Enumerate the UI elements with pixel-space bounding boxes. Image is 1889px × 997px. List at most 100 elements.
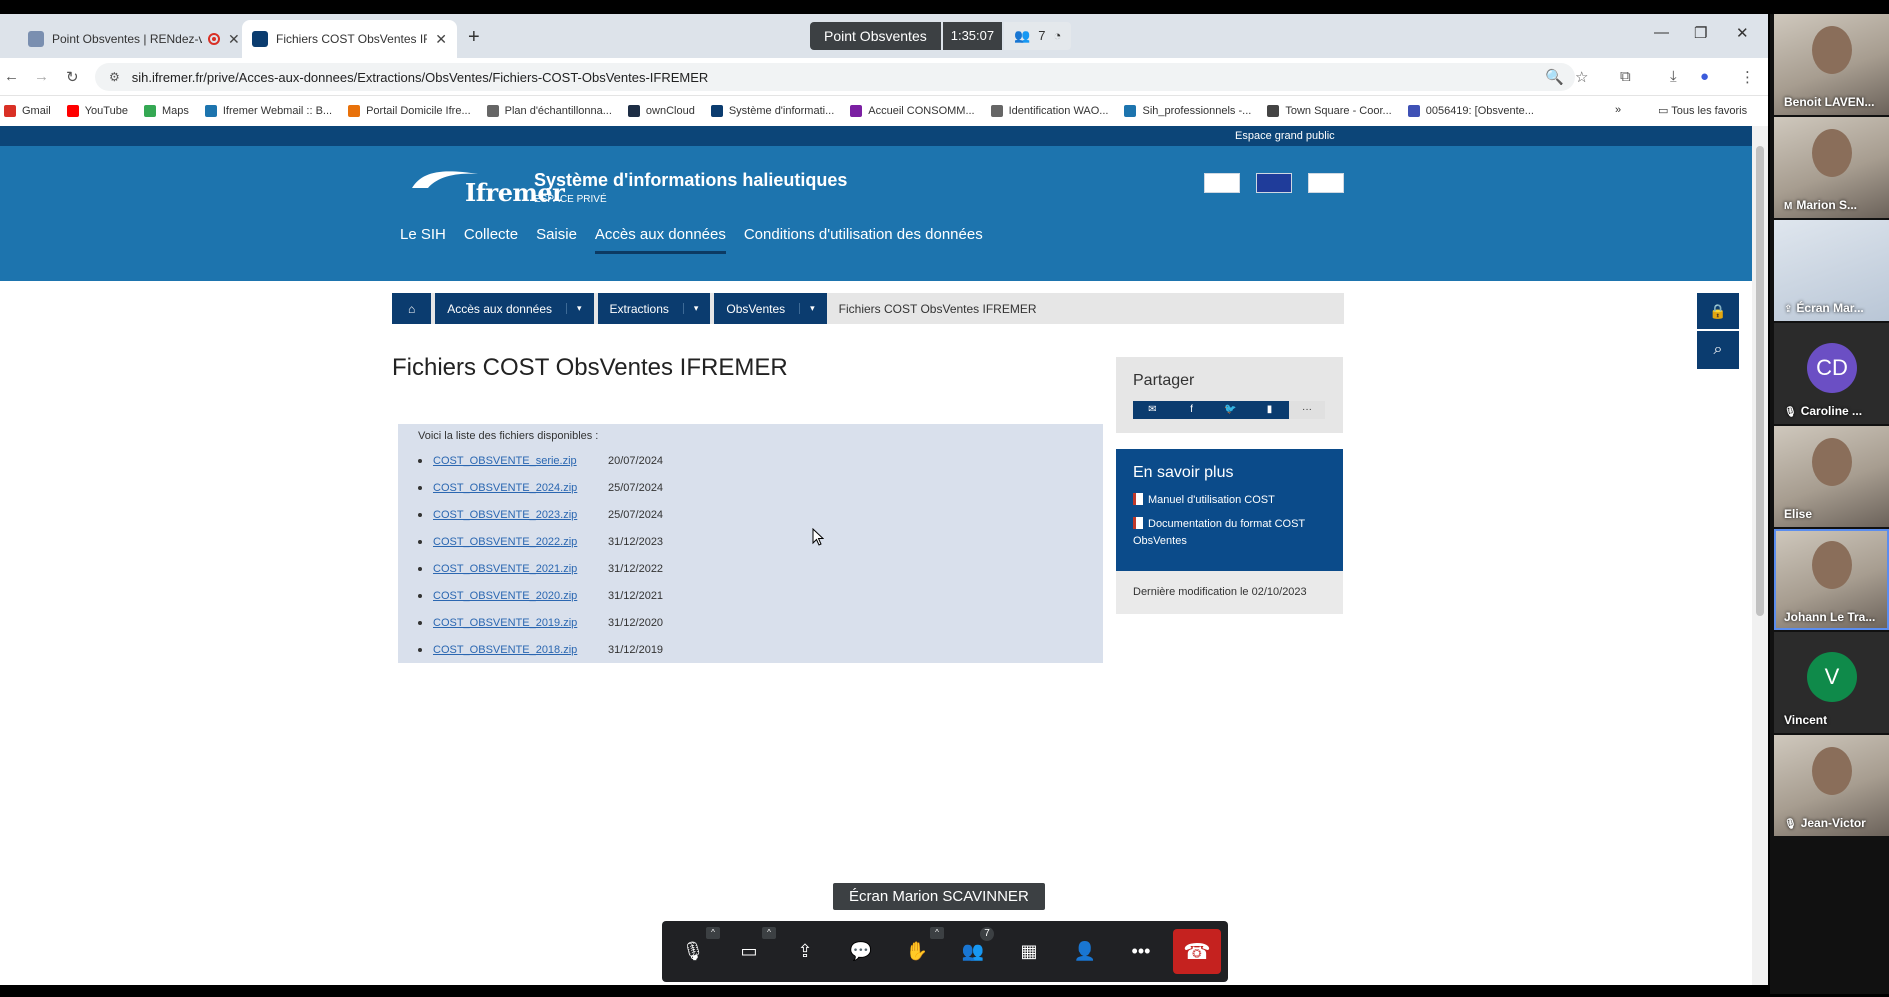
new-tab-button[interactable]: + (468, 26, 480, 49)
bookmark-label: 0056419: [Obsvente... (1425, 105, 1534, 117)
participant-tile[interactable]: M Marion S... (1774, 117, 1889, 218)
download-icon[interactable]: ⤓ (1670, 68, 1677, 85)
page-scrollbar[interactable] (1752, 126, 1768, 985)
hang-up-button[interactable]: ☎ (1173, 929, 1221, 974)
minimize-icon[interactable]: — (1654, 24, 1669, 41)
participant-tile[interactable]: Benoit LAVEN... (1774, 14, 1889, 115)
bookmark-label: Town Square - Coor... (1285, 105, 1392, 117)
meeting-participants[interactable]: 👥 7 ◔ (1004, 22, 1072, 50)
file-download-link[interactable]: COST_OBSVENTE_2019.zip (433, 617, 608, 629)
envelope-icon[interactable]: ✉ (1133, 401, 1172, 419)
address-bar[interactable]: ⚙ sih.ifremer.fr/prive/Acces-aux-donnees… (95, 63, 1575, 91)
bookmark-item[interactable]: Town Square - Coor... (1267, 105, 1392, 117)
lock-icon[interactable]: 🔒 (1697, 293, 1739, 329)
chat-icon[interactable]: 💬 (846, 936, 876, 966)
bookmark-item[interactable]: Ifremer Webmail :: B... (204, 105, 332, 117)
participant-tile[interactable]: Johann Le Tra... (1774, 529, 1889, 630)
camera-icon[interactable]: ▭ ^ (734, 927, 776, 966)
bookmark-item[interactable]: 0056419: [Obsvente... (1407, 105, 1534, 117)
participants-icon[interactable]: 👥 7 (958, 927, 994, 966)
extensions-icon[interactable]: ⧉ (1620, 68, 1631, 85)
more-bookmarks-button[interactable]: » (1615, 104, 1621, 116)
bookmark-item[interactable]: Plan d'échantillonna... (486, 105, 612, 117)
zoom-icon[interactable]: 🔍 (1545, 68, 1564, 86)
facebook-icon[interactable]: f (1172, 401, 1211, 419)
public-space-link[interactable]: Espace grand public (1235, 130, 1335, 142)
tab-point-obsventes[interactable]: Point Obsventes | RENdez-vous ✕ (18, 20, 250, 58)
breadcrumb-home[interactable]: ⌂ (392, 293, 432, 324)
bookmark-item[interactable]: Identification WAO... (990, 105, 1108, 117)
chevron-up-icon[interactable]: ^ (762, 927, 776, 939)
bookmark-item[interactable]: Maps (143, 105, 189, 117)
site-info-icon[interactable]: ⚙ (109, 70, 120, 84)
profile-icon[interactable]: ● (1700, 68, 1709, 85)
file-download-link[interactable]: COST_OBSVENTE_2021.zip (433, 563, 608, 575)
search-icon[interactable]: ⌕ (1697, 331, 1739, 369)
raise-hand-icon[interactable]: ✋ ^ (902, 927, 944, 966)
caret-down-icon[interactable]: ▾ (682, 303, 698, 314)
back-icon[interactable]: ← (4, 68, 19, 85)
participant-tile[interactable]: ⇪ Écran Mar... (1774, 220, 1889, 321)
menu-kebab-icon[interactable]: ⋮ (1740, 68, 1755, 86)
bookmark-favicon-icon (990, 105, 1003, 117)
file-download-link[interactable]: COST_OBSVENTE_2024.zip (433, 482, 608, 494)
bookmark-item[interactable]: YouTube (66, 105, 128, 117)
bookmark-item[interactable]: Gmail (4, 105, 51, 117)
scrollbar-thumb[interactable] (1756, 146, 1764, 616)
file-download-link[interactable]: COST_OBSVENTE_2020.zip (433, 590, 608, 602)
breadcrumb-obsventes[interactable]: ObsVentes ▾ (714, 293, 827, 324)
bookmark-favicon-icon (850, 105, 863, 117)
all-bookmarks-folder[interactable]: ▭ Tous les favoris (1658, 104, 1747, 117)
bookmark-item[interactable]: Portail Domicile Ifre... (348, 105, 471, 117)
file-download-link[interactable]: COST_OBSVENTE_2023.zip (433, 509, 608, 521)
file-download-link[interactable]: COST_OBSVENTE_2018.zip (433, 644, 608, 656)
more-icon[interactable]: ··· (1289, 401, 1325, 419)
ifremer-logo[interactable]: Ifremer (410, 166, 565, 207)
grid-view-icon[interactable]: ▦ (1014, 936, 1044, 966)
nav-saisie[interactable]: Saisie (536, 226, 577, 254)
meeting-indicator[interactable]: Point Obsventes 1:35:07 👥 7 ◔ (810, 22, 1072, 50)
close-tab-icon[interactable]: ✕ (228, 31, 240, 48)
twitter-icon[interactable]: 🐦 (1211, 401, 1250, 419)
chevron-up-icon[interactable]: ^ (706, 927, 720, 939)
breadcrumb-acces-aux-donnees[interactable]: Accès aux données ▾ (435, 293, 594, 324)
microphone-icon[interactable]: 🎙 ^ (678, 927, 720, 966)
close-window-icon[interactable]: ✕ (1736, 24, 1749, 42)
participant-tile[interactable]: CD 🎙 Caroline ... (1774, 323, 1889, 424)
bookmark-item[interactable]: Accueil CONSOMM... (850, 105, 975, 117)
bookmark-label: Sih_professionnels -... (1142, 105, 1252, 117)
tab-fichiers-cost[interactable]: Fichiers COST ObsVentes IFREMER ✕ (242, 20, 457, 58)
nav-conditions[interactable]: Conditions d'utilisation des données (744, 226, 983, 254)
restore-icon[interactable]: ❐ (1694, 24, 1707, 42)
bookmark-item[interactable]: ownCloud (627, 105, 695, 117)
bookmark-item[interactable]: Système d'informati... (710, 105, 834, 117)
nav-acces-aux-donnees[interactable]: Accès aux données (594, 226, 726, 254)
close-tab-icon[interactable]: ✕ (435, 31, 447, 48)
nav-le-sih[interactable]: Le SIH (400, 226, 446, 254)
bookmark-item[interactable]: Sih_professionnels -... (1124, 105, 1251, 117)
more-options-icon[interactable]: ••• (1126, 936, 1156, 966)
bookmark-icon[interactable]: ▮ (1250, 401, 1289, 419)
participant-tile[interactable]: 🎙 Jean-Victor (1774, 735, 1889, 836)
file-row: COST_OBSVENTE_2018.zip 31/12/2019 (418, 642, 663, 658)
participant-tile[interactable]: Elise (1774, 426, 1889, 527)
share-screen-icon[interactable]: ⇪ (790, 936, 820, 966)
nav-collecte[interactable]: Collecte (464, 226, 518, 254)
caret-down-icon[interactable]: ▾ (566, 303, 582, 314)
site-subtitle: ESPACE PRIVÉ (534, 194, 607, 205)
file-download-link[interactable]: COST_OBSVENTE_2022.zip (433, 536, 608, 548)
caret-down-icon[interactable]: ▾ (799, 303, 815, 314)
documentation-link[interactable]: Documentation du format COST ObsVentes (1133, 516, 1333, 550)
home-icon: ⌂ (408, 301, 416, 316)
breadcrumb-extractions[interactable]: Extractions ▾ (597, 293, 711, 324)
forward-icon[interactable]: → (34, 68, 49, 85)
manual-link[interactable]: Manuel d'utilisation COST (1133, 492, 1333, 509)
file-download-link[interactable]: COST_OBSVENTE_serie.zip (433, 455, 608, 467)
participant-label: Elise (1784, 507, 1813, 521)
participant-tile[interactable]: V Vincent (1774, 632, 1889, 733)
bookmark-star-icon[interactable]: ☆ (1575, 68, 1588, 86)
video-feed (1812, 26, 1852, 74)
invite-icon[interactable]: 👤 (1070, 936, 1100, 966)
reload-icon[interactable]: ↻ (66, 68, 79, 86)
chevron-up-icon[interactable]: ^ (930, 927, 944, 939)
